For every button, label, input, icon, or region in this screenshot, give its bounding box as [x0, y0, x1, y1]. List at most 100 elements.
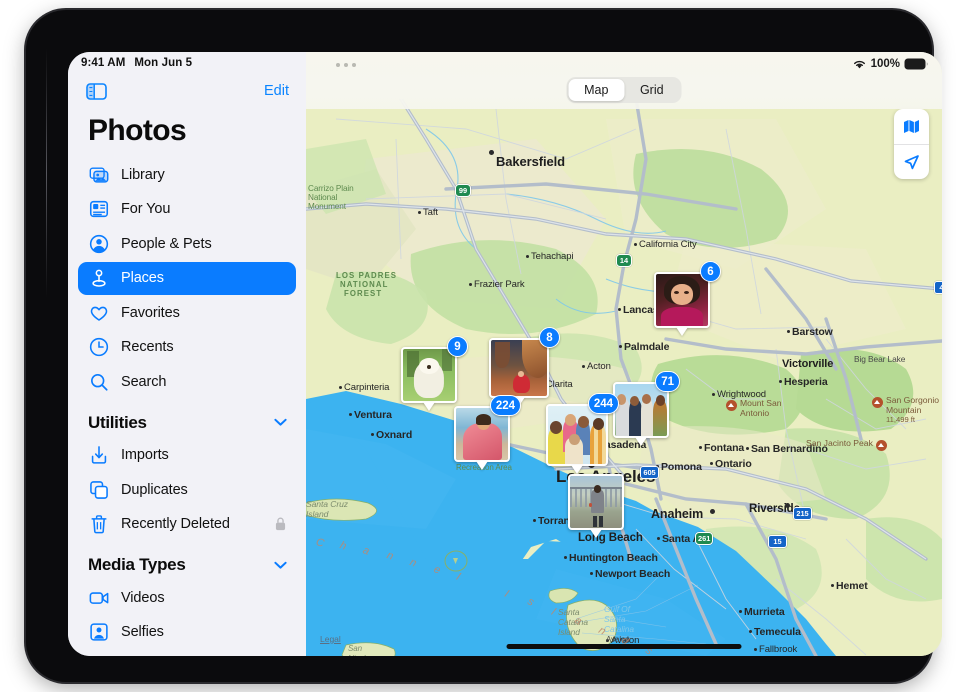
sidebar-item-favorites[interactable]: Favorites [78, 296, 296, 329]
wifi-icon [853, 60, 865, 69]
map-city-label-minor: Newport Beach [595, 568, 671, 580]
section-title: Utilities [88, 412, 147, 432]
map-city-label-minor: Murrieta [744, 606, 785, 618]
map-city-label-minor: Pomona [661, 461, 702, 473]
map-mode-button[interactable] [894, 109, 929, 144]
map-controls-group[interactable] [894, 109, 929, 179]
map-park-label: NATIONAL [340, 280, 389, 289]
photo-count-badge: 244 [587, 393, 619, 414]
pin-tail [676, 327, 688, 336]
pin-tail [635, 437, 647, 446]
pin-tail [571, 465, 583, 474]
segment-grid[interactable]: Grid [624, 79, 680, 101]
sidebar-item-recently-deleted[interactable]: Recently Deleted [78, 508, 296, 541]
ipad-screen: 9:41 AM Mon Jun 5 Edit Photos Library For… [68, 52, 942, 656]
section-header-utilities[interactable]: Utilities [68, 400, 306, 439]
map-city-label-minor: Huntington Beach [569, 552, 658, 564]
pin-tail [476, 461, 488, 470]
window-controls-dots[interactable] [336, 63, 356, 67]
photo-cluster-pin[interactable]: 6 [654, 261, 721, 336]
sidebar-item-duplicates[interactable]: Duplicates [78, 473, 296, 506]
section-list-media-types: VideosSelfiesLive PhotosPortrait [68, 581, 306, 656]
sidebar-item-label: Search [121, 373, 167, 390]
sidebar-item-search[interactable]: Search [78, 365, 296, 398]
home-indicator [506, 644, 742, 649]
trash-icon [91, 515, 107, 534]
map-park-label: National [308, 193, 338, 202]
sidebar-item-label: Recents [121, 339, 174, 355]
photo-thumbnail[interactable] [401, 347, 457, 403]
photo-cluster-pin[interactable] [568, 474, 624, 538]
sidebar-toggle-icon[interactable] [86, 82, 107, 100]
sidebar-item-selfies[interactable]: Selfies [78, 616, 296, 649]
map-water-label: San [348, 644, 362, 653]
import-arrow-down-icon [91, 446, 107, 464]
map-city-label-minor: Barstow [792, 326, 833, 338]
sidebar-item-recents[interactable]: Recents [78, 331, 296, 364]
status-time: 9:41 AM [81, 57, 126, 69]
map-park-label: Monument [308, 202, 346, 211]
map-water-label: Nicolas [348, 654, 374, 657]
photo-thumbnail[interactable] [568, 474, 624, 530]
chevron-down-icon[interactable] [274, 418, 287, 427]
map-city-label-major: Anaheim [651, 507, 704, 521]
map-peak-label: San Gorgonio Mountain 11,499 ft [872, 395, 939, 425]
sidebar-item-people-pets[interactable]: People & Pets [78, 227, 296, 260]
map-city-label-major: Long Beach [578, 532, 643, 544]
places-map-pane[interactable]: Los AngelesBakersfieldAnaheimLong BeachR… [306, 52, 942, 656]
sidebar-item-library[interactable]: Library [78, 158, 296, 191]
map-folded-icon [904, 120, 919, 133]
sidebar-item-label: Places [121, 270, 164, 286]
status-bar-right: 100% [852, 58, 928, 70]
section-header-media-types[interactable]: Media Types [68, 542, 306, 581]
sidebar-item-for-you[interactable]: For You [78, 193, 296, 226]
sidebar-item-label: Library [121, 166, 165, 183]
sidebar-sections: Utilities Imports Duplicates Recently Dele… [68, 400, 306, 657]
sidebar-item-videos[interactable]: Videos [78, 581, 296, 614]
photo-cluster-pin[interactable]: 244 [546, 393, 619, 474]
map-city-label-minor: Palmdale [624, 341, 670, 353]
map-park-label: LOS PADRES [336, 271, 398, 280]
sidebar-item-places[interactable]: Places [78, 261, 296, 295]
sidebar-item-label: Duplicates [121, 481, 188, 498]
photo-thumbnail[interactable] [489, 338, 549, 398]
map-city-dot [489, 150, 494, 155]
chevron-down-icon[interactable] [274, 561, 287, 570]
map-grid-segmented-control[interactable]: Map Grid [566, 77, 682, 103]
photo-cluster-pin[interactable]: 71 [613, 371, 680, 446]
photo-cluster-pin[interactable]: 224 [454, 395, 521, 470]
bezel-highlight [46, 48, 47, 298]
sidebar-item-label: Recently Deleted [121, 516, 230, 532]
map-water-label: Santa [604, 613, 626, 624]
map-city-label-major: Bakersfield [496, 154, 565, 169]
photo-thumbnail[interactable] [654, 272, 710, 328]
legal-link[interactable]: Legal [320, 634, 341, 644]
sidebar-item-label: Favorites [121, 304, 180, 321]
highway-shield: 215 [793, 507, 812, 520]
location-arrow-icon [904, 154, 919, 169]
sidebar-item-live-photos[interactable]: Live Photos [78, 650, 296, 656]
status-date: Mon Jun 5 [134, 57, 193, 69]
sidebar-item-label: People & Pets [121, 235, 212, 252]
map-city-label-major: Victorville [782, 358, 834, 370]
map-park-label: FOREST [344, 289, 383, 298]
sidebar-item-imports[interactable]: Imports [78, 439, 296, 472]
photo-cluster-pin[interactable]: 9 [401, 336, 468, 411]
live-photo-icon [88, 656, 110, 657]
map-peak-label: Mount San Antonio [726, 398, 782, 418]
map-peak-label: San Jacinto Peak [806, 438, 887, 451]
map-park-label: Carrizo Plain [308, 184, 354, 193]
map-canvas[interactable]: Los AngelesBakersfieldAnaheimLong BeachR… [306, 99, 942, 656]
segment-map[interactable]: Map [568, 79, 624, 101]
photo-count-badge: 8 [539, 327, 560, 348]
photo-cluster-pin[interactable]: 8 [489, 327, 560, 406]
pin-tail [590, 529, 602, 538]
locate-me-button[interactable] [894, 144, 929, 179]
map-water-label: Catalina [604, 623, 634, 634]
highway-shield: 605 [640, 466, 659, 479]
highway-shield: 261 [695, 532, 714, 545]
map-city-label-minor: Taft [423, 207, 438, 218]
map-water-label: Island [558, 626, 580, 637]
edit-button[interactable]: Edit [264, 83, 289, 99]
map-city-label-minor: Carpinteria [344, 382, 390, 393]
